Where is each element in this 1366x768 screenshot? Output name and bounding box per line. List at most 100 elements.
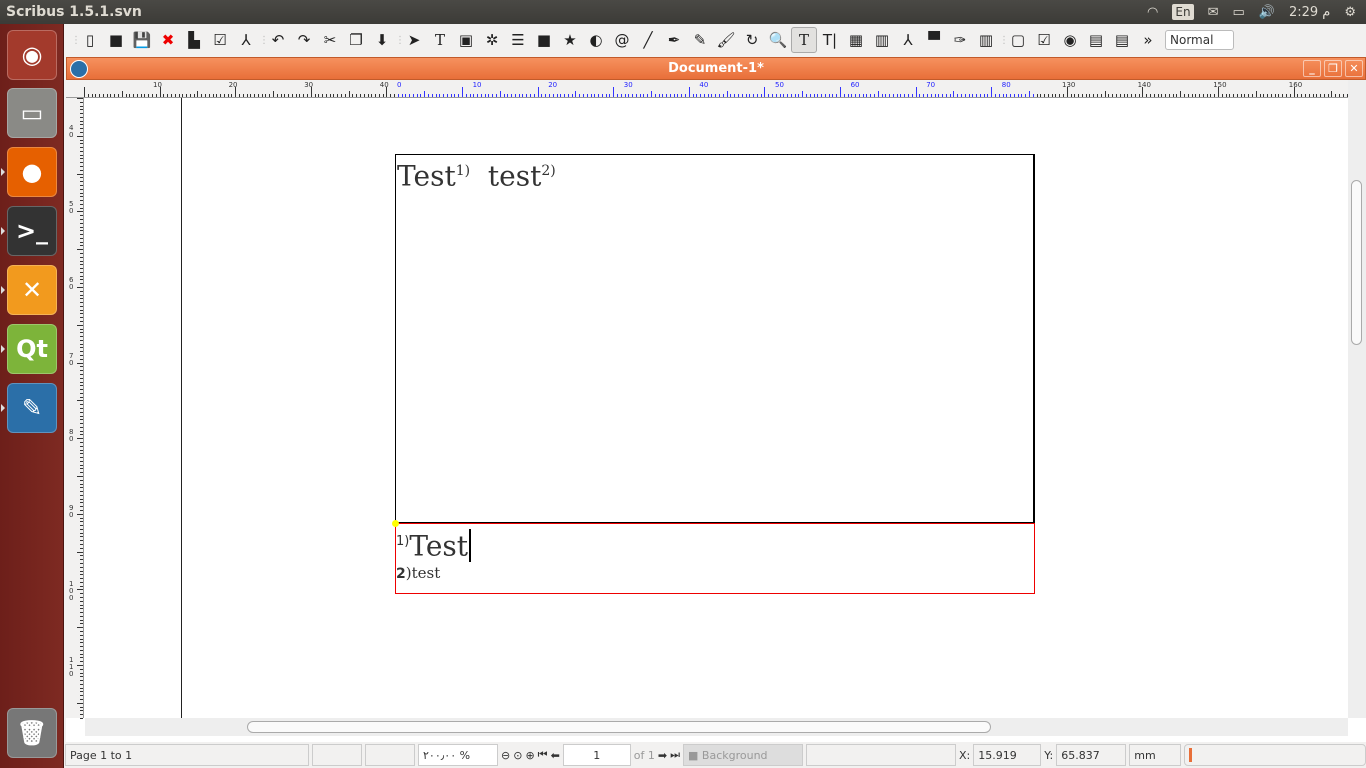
ruler-tick	[80, 457, 83, 459]
page-input[interactable]: 1	[562, 744, 631, 766]
measure-icon[interactable]: ⅄	[895, 27, 921, 53]
launcher-scribus[interactable]: ✎	[7, 383, 57, 433]
ruler-tick	[80, 600, 83, 602]
link-frames-icon[interactable]: ▦	[843, 27, 869, 53]
more-tools-icon[interactable]: »	[1135, 27, 1161, 53]
vertical-ruler[interactable]: 40 50 60 70 80 90 100 110	[66, 98, 84, 719]
mail-icon[interactable]: ✉	[1208, 5, 1219, 20]
zoom-in-icon[interactable]: ⊕	[525, 749, 534, 762]
last-page-icon[interactable]: ⏭	[670, 748, 680, 762]
paste-icon[interactable]: ⬇	[369, 27, 395, 53]
first-page-icon[interactable]: ⏮	[538, 748, 548, 762]
ruler-tick	[80, 615, 83, 617]
image-frame-icon[interactable]: ▣	[453, 27, 479, 53]
pdf-checkbox-icon[interactable]: ☑	[1031, 27, 1057, 53]
zoom-100-icon[interactable]: ⊙	[513, 749, 522, 762]
ruler-tick	[133, 94, 135, 97]
rotate-icon[interactable]: ↻	[739, 27, 765, 53]
pdf-icon[interactable]: ⅄	[233, 27, 259, 53]
ruler-tick	[102, 94, 104, 97]
launcher-terminal[interactable]: >_	[7, 206, 57, 256]
launcher-xchat[interactable]: ✕	[7, 265, 57, 315]
ruler-tick	[1338, 94, 1340, 97]
ruler-tick	[80, 252, 83, 254]
preflight-icon[interactable]: ☑	[207, 27, 233, 53]
ruler-tick	[836, 94, 838, 97]
copy-icon[interactable]: ❐	[343, 27, 369, 53]
zoom-icon[interactable]: 🔍	[765, 27, 791, 53]
cut-icon[interactable]: ✂	[317, 27, 343, 53]
vertical-scroll-thumb[interactable]	[1351, 180, 1362, 345]
calligraphic-icon[interactable]: 🖌	[713, 27, 739, 53]
zoom-out-icon[interactable]: ⊖	[501, 749, 510, 762]
shape-icon[interactable]: ■	[531, 27, 557, 53]
vertical-scrollbar[interactable]	[1348, 80, 1366, 718]
clock[interactable]: 2:29 م	[1289, 5, 1330, 20]
power-icon[interactable]: ⚙	[1344, 5, 1356, 20]
ruler-tick	[77, 513, 83, 515]
ruler-tick	[178, 94, 180, 97]
launcher-files[interactable]: ▭	[7, 88, 57, 138]
ruler-label: 110	[69, 656, 74, 678]
barcode-icon[interactable]: ▥	[973, 27, 999, 53]
copy-properties-icon[interactable]: ▀	[921, 27, 947, 53]
line-icon[interactable]: ╱	[635, 27, 661, 53]
pdf-radio-icon[interactable]: ◉	[1057, 27, 1083, 53]
edit-text-icon[interactable]: T|	[817, 27, 843, 53]
open-icon[interactable]: ■	[103, 27, 129, 53]
freehand-icon[interactable]: ✎	[687, 27, 713, 53]
volume-icon[interactable]: 🔊	[1259, 5, 1275, 20]
footnote-frame[interactable]: 1)Test 2)test	[392, 520, 1035, 594]
pdf-listbox-icon[interactable]: ▤	[1109, 27, 1135, 53]
undo-icon[interactable]: ↶	[265, 27, 291, 53]
ruler-tick	[628, 94, 630, 97]
keyboard-icon[interactable]: En	[1172, 4, 1194, 20]
launcher-trash[interactable]: 🗑	[7, 708, 57, 758]
arc-icon[interactable]: ◐	[583, 27, 609, 53]
ruler-tick	[518, 94, 520, 97]
polygon-icon[interactable]: ★	[557, 27, 583, 53]
frame-handle[interactable]	[392, 520, 399, 527]
table-icon[interactable]: ☰	[505, 27, 531, 53]
render-frame-icon[interactable]: ✲	[479, 27, 505, 53]
ruler-tick	[1191, 94, 1193, 97]
layer-select[interactable]: ■ Background	[683, 744, 804, 766]
restore-button[interactable]: ❐	[1324, 60, 1342, 77]
zoom-input[interactable]: ٢٠٠٫٠٠ %	[418, 744, 498, 766]
save-icon[interactable]: 💾	[129, 27, 155, 53]
print-icon[interactable]: ▙	[181, 27, 207, 53]
ruler-tick	[80, 619, 83, 621]
pdf-button-icon[interactable]: ▢	[1005, 27, 1031, 53]
ruler-tick	[605, 94, 607, 97]
close-icon[interactable]: ✖	[155, 27, 181, 53]
ruler-label: 40	[69, 124, 74, 139]
unlink-frames-icon[interactable]: ▥	[869, 27, 895, 53]
bezier-icon[interactable]: ✒	[661, 27, 687, 53]
eyedropper-icon[interactable]: ✑	[947, 27, 973, 53]
minimize-button[interactable]: _	[1303, 60, 1321, 77]
pdf-textfield-icon[interactable]: ▤	[1083, 27, 1109, 53]
edit-contents-icon[interactable]: T	[791, 27, 817, 53]
horizontal-ruler[interactable]: 10 20 30 40 0 10 20 30 40 50 60 70 80 130 140 150 160	[66, 80, 1348, 98]
select-icon[interactable]: ➤	[401, 27, 427, 53]
battery-icon[interactable]: ▭	[1232, 5, 1244, 20]
mode-select[interactable]: Normal	[1165, 30, 1235, 50]
horizontal-scrollbar[interactable]	[85, 718, 1348, 736]
ruler-tick	[904, 94, 906, 97]
launcher-firefox[interactable]: ●	[7, 147, 57, 197]
ruler-tick	[1221, 94, 1223, 97]
launcher-qt-creator[interactable]: Qt	[7, 324, 57, 374]
unit-select[interactable]: mm	[1129, 744, 1182, 766]
canvas[interactable]: Test1) test2) 1)Test 2)test	[85, 98, 1348, 718]
spiral-icon[interactable]: @	[609, 27, 635, 53]
redo-icon[interactable]: ↷	[291, 27, 317, 53]
wifi-icon[interactable]: ◠	[1147, 5, 1158, 20]
next-page-icon[interactable]: ➡	[658, 749, 667, 762]
text-frame[interactable]: Test1) test2)	[395, 154, 1035, 523]
text-frame-icon[interactable]: T	[427, 27, 453, 53]
new-icon[interactable]: ▯	[77, 27, 103, 53]
close-window-button[interactable]: ✕	[1345, 60, 1363, 77]
launcher-ubuntu-dash[interactable]: ◉	[7, 30, 57, 80]
horizontal-scroll-thumb[interactable]	[247, 721, 991, 733]
prev-page-icon[interactable]: ⬅	[551, 749, 560, 762]
